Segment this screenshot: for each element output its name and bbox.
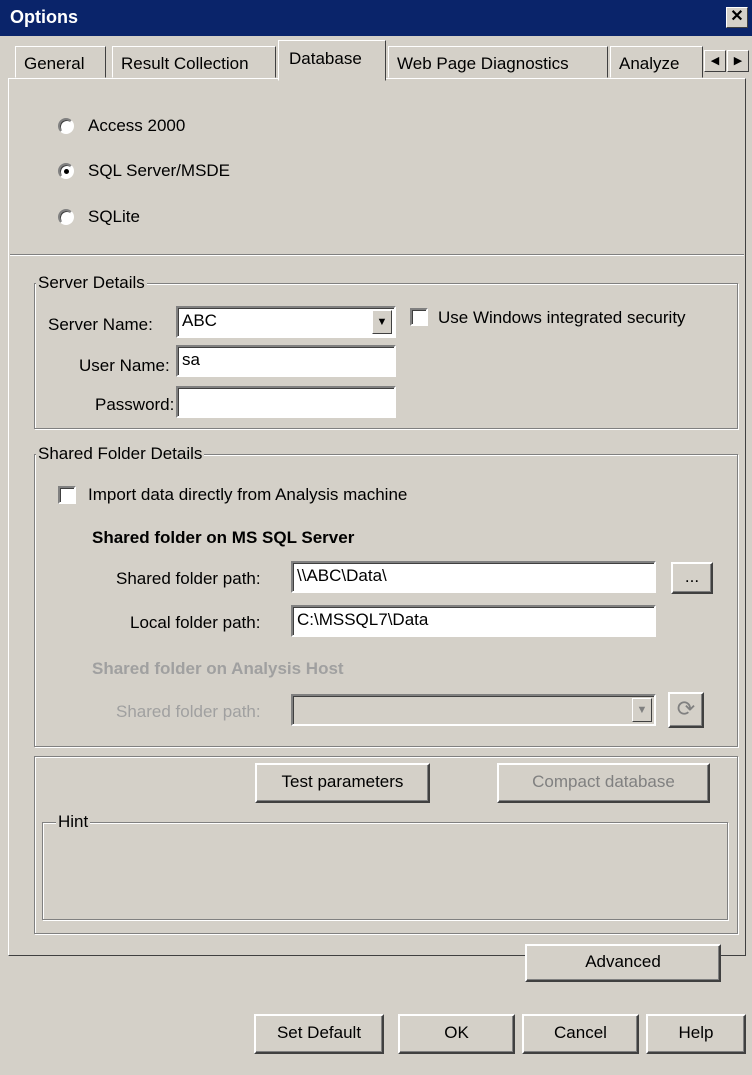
hint-legend: Hint — [56, 812, 91, 832]
radio-access-label: Access 2000 — [88, 116, 186, 135]
hint-text — [52, 836, 712, 912]
cancel-button[interactable]: Cancel — [522, 1014, 639, 1054]
local-path-input[interactable]: C:\MSSQL7\Data — [291, 605, 656, 637]
analysis-path-label: Shared folder path: — [116, 702, 261, 721]
local-path-label: Local folder path: — [130, 613, 261, 632]
divider — [10, 254, 744, 256]
radio-access-2000[interactable] — [58, 118, 74, 134]
panel-content: Access 2000 SQL Server/MSDE SQLite Serve… — [0, 0, 752, 1075]
advanced-button[interactable]: Advanced — [525, 944, 721, 982]
windows-security-label: Use Windows integrated security — [438, 308, 686, 327]
sql-shared-heading: Shared folder on MS SQL Server — [92, 528, 355, 547]
password-input[interactable] — [176, 386, 396, 418]
radio-sql-server-label: SQL Server/MSDE — [88, 161, 231, 180]
radio-sqlite-label: SQLite — [88, 207, 140, 226]
set-default-button[interactable]: Set Default — [254, 1014, 384, 1054]
shared-path-label: Shared folder path: — [116, 569, 261, 588]
options-dialog: Options ✕ General Result Collection Data… — [0, 0, 752, 1075]
user-name-label: User Name: — [79, 356, 170, 375]
ok-button[interactable]: OK — [398, 1014, 515, 1054]
server-name-combobox[interactable]: ABC — [176, 306, 396, 338]
analysis-path-dropdown-icon[interactable]: ▼ — [632, 698, 652, 722]
compact-database-button[interactable]: Compact database — [497, 763, 710, 803]
analysis-shared-heading: Shared folder on Analysis Host — [92, 659, 344, 678]
server-details-legend: Server Details — [36, 273, 147, 293]
password-label: Password: — [95, 395, 175, 414]
server-name-dropdown-icon[interactable]: ▼ — [372, 310, 392, 334]
radio-sqlite[interactable] — [58, 209, 74, 225]
help-button[interactable]: Help — [646, 1014, 746, 1054]
browse-button[interactable]: ... — [671, 562, 713, 594]
shared-path-input[interactable]: \\ABC\Data\ — [291, 561, 656, 593]
server-name-value: ABC — [182, 311, 217, 330]
radio-sql-server[interactable] — [58, 163, 74, 179]
radio-selected-dot — [64, 169, 69, 174]
server-name-label: Server Name: — [48, 315, 153, 334]
user-name-input[interactable]: sa — [176, 345, 396, 377]
refresh-icon[interactable]: ⟳ — [668, 692, 704, 728]
test-parameters-button[interactable]: Test parameters — [255, 763, 430, 803]
analysis-path-combobox[interactable] — [291, 694, 656, 726]
shared-folder-legend: Shared Folder Details — [36, 444, 205, 464]
import-directly-label: Import data directly from Analysis machi… — [88, 485, 408, 504]
windows-security-checkbox[interactable] — [410, 308, 428, 326]
import-directly-checkbox[interactable] — [58, 486, 76, 504]
